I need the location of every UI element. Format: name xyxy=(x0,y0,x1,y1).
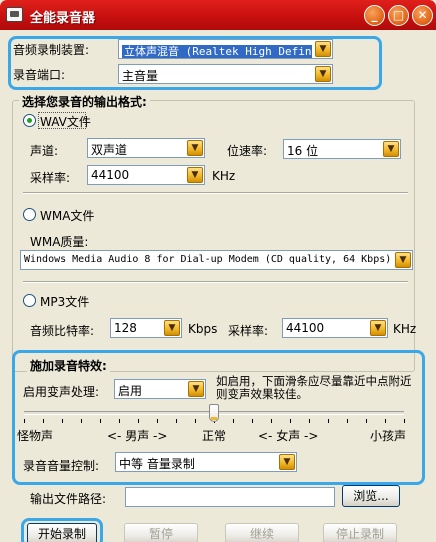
channel-select-value: 双声道 xyxy=(91,143,128,157)
minimize-button[interactable]: _ xyxy=(364,5,385,26)
slider-tick xyxy=(233,419,234,423)
output-path-label: 输出文件路径: xyxy=(30,492,107,506)
chevron-down-icon[interactable]: ▼ xyxy=(188,381,204,397)
wma-quality-value: Windows Media Audio 8 for Dial-up Modem … xyxy=(24,254,392,265)
chevron-down-icon[interactable]: ▼ xyxy=(315,66,331,82)
volume-select-value: 中等 音量录制 xyxy=(119,457,195,471)
mp3-bitrate-unit: Kbps xyxy=(188,322,218,336)
port-select[interactable]: 主音量 ▼ xyxy=(118,64,333,84)
slider-tick xyxy=(138,419,139,423)
wma-quality-label: WMA质量: xyxy=(30,235,89,249)
slider-tick xyxy=(24,419,25,423)
chevron-down-icon[interactable]: ▼ xyxy=(279,454,295,470)
slider-tick xyxy=(347,419,348,423)
chevron-down-icon[interactable]: ▼ xyxy=(370,320,386,336)
window-title: 全能录音器 xyxy=(30,11,96,26)
slider-tick xyxy=(271,419,272,423)
channel-select[interactable]: 双声道 ▼ xyxy=(87,138,205,158)
bitrate-label: 位速率: xyxy=(227,144,268,158)
mp3-label[interactable]: MP3文件 xyxy=(40,293,89,310)
voice-change-label: 启用变声处理: xyxy=(23,385,100,399)
wav-samplerate-select[interactable]: 44100 ▼ xyxy=(87,165,205,185)
slider-tick xyxy=(62,419,63,423)
slider-label-child: 小孩声 xyxy=(370,429,407,443)
slider-tick xyxy=(385,419,386,423)
mp3-samplerate-label: 采样率: xyxy=(228,324,269,338)
voice-slider-thumb[interactable] xyxy=(209,404,219,422)
bitrate-select-value: 16 位 xyxy=(287,144,319,158)
slider-tick xyxy=(252,419,253,423)
wav-radio[interactable] xyxy=(23,114,36,127)
pause-button[interactable]: 暂停 xyxy=(124,523,198,542)
voice-change-value: 启用 xyxy=(118,384,143,398)
mp3-bitrate-label: 音频比特率: xyxy=(30,324,95,338)
app-icon xyxy=(6,7,23,22)
browse-button[interactable]: 浏览... xyxy=(342,485,400,507)
chevron-down-icon[interactable]: ▼ xyxy=(187,140,203,156)
start-record-button[interactable]: 开始录制 xyxy=(27,523,97,542)
slider-tick xyxy=(81,419,82,423)
chevron-down-icon[interactable]: ▼ xyxy=(383,141,399,157)
chevron-down-icon[interactable]: ▼ xyxy=(315,41,331,57)
wma-radio[interactable] xyxy=(23,208,36,221)
effects-group-title: 施加录音特效: xyxy=(27,357,110,374)
volume-label: 录音音量控制: xyxy=(23,459,100,473)
chevron-down-icon[interactable]: ▼ xyxy=(187,167,203,183)
port-select-value: 主音量 xyxy=(122,69,159,83)
wav-samplerate-label: 采样率: xyxy=(30,171,71,185)
slider-label-normal: 正常 xyxy=(202,429,227,443)
wma-quality-select[interactable]: Windows Media Audio 8 for Dial-up Modem … xyxy=(20,250,413,270)
chevron-down-icon[interactable]: ▼ xyxy=(395,252,411,268)
slider-tick xyxy=(195,419,196,423)
device-select-value: 立体声混音 (Realtek High Definit xyxy=(122,45,312,58)
continue-button[interactable]: 继续 xyxy=(225,523,299,542)
slider-tick xyxy=(157,419,158,423)
port-label: 录音端口: xyxy=(13,68,66,82)
wav-samplerate-value: 44100 xyxy=(91,168,130,182)
slider-label-female: <- 女声 -> xyxy=(258,429,319,443)
mp3-radio[interactable] xyxy=(23,294,36,307)
bitrate-select[interactable]: 16 位 ▼ xyxy=(283,139,401,159)
slider-tick xyxy=(43,419,44,423)
volume-select[interactable]: 中等 音量录制 ▼ xyxy=(115,452,297,472)
close-button[interactable]: ✕ xyxy=(412,5,433,26)
mp3-samplerate-value: 44100 xyxy=(286,321,325,335)
chevron-down-icon[interactable]: ▼ xyxy=(164,320,180,336)
device-select[interactable]: 立体声混音 (Realtek High Definit ▼ xyxy=(118,39,333,59)
slider-tick xyxy=(328,419,329,423)
divider xyxy=(23,192,408,194)
channel-label: 声道: xyxy=(30,144,59,158)
divider xyxy=(23,281,408,283)
mp3-bitrate-value: 128 xyxy=(114,321,137,335)
stop-record-button[interactable]: 停止录制 xyxy=(323,523,397,542)
mp3-samplerate-select[interactable]: 44100 ▼ xyxy=(282,318,388,338)
wav-samplerate-unit: KHz xyxy=(212,169,236,183)
voice-change-hint: 如启用，下面滑条应尽量靠近中点附近则变声效果较佳。 xyxy=(216,374,412,401)
maximize-button[interactable]: □ xyxy=(388,5,409,26)
wma-label[interactable]: WMA文件 xyxy=(40,207,94,224)
output-path-input[interactable] xyxy=(125,487,335,507)
slider-tick xyxy=(119,419,120,423)
slider-tick xyxy=(290,419,291,423)
slider-tick xyxy=(309,419,310,423)
window-body: 音频录制装置: 立体声混音 (Realtek High Definit ▼ 录音… xyxy=(3,30,433,542)
slider-tick xyxy=(176,419,177,423)
mp3-samplerate-unit: KHz xyxy=(393,322,417,336)
voice-change-select[interactable]: 启用 ▼ xyxy=(114,379,206,399)
slider-tick xyxy=(366,419,367,423)
slider-tick xyxy=(404,419,405,423)
device-label: 音频录制装置: xyxy=(13,43,90,57)
wav-label[interactable]: WAV文件 xyxy=(40,113,91,130)
format-group-title: 选择您录音的输出格式: xyxy=(19,93,150,110)
title-bar[interactable]: 全能录音器 _ □ ✕ xyxy=(0,0,436,30)
slider-label-monster: 怪物声 xyxy=(17,429,54,443)
slider-label-male: <- 男声 -> xyxy=(107,429,168,443)
slider-tick xyxy=(100,419,101,423)
mp3-bitrate-select[interactable]: 128 ▼ xyxy=(110,318,182,338)
